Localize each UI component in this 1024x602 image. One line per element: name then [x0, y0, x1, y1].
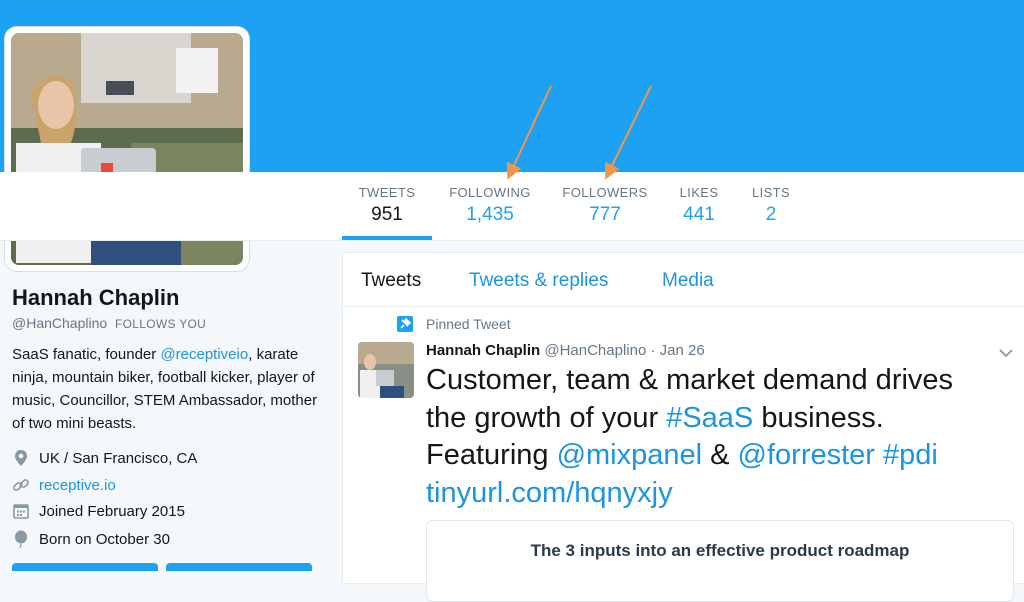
tab-tweets[interactable]: Tweets — [361, 270, 421, 292]
hashtag-saas-link[interactable]: #SaaS — [666, 402, 753, 434]
tweet-author-avatar[interactable] — [358, 342, 414, 398]
tweet-link-card[interactable]: The 3 inputs into an effective product r… — [426, 520, 1014, 602]
profile-action-button-2[interactable] — [166, 563, 312, 571]
nav-followers[interactable]: FOLLOWERS 777 — [561, 186, 649, 228]
tweet-author-handle[interactable]: @HanChaplino — [544, 342, 646, 359]
profile-joined-row: Joined February 2015 — [12, 502, 185, 520]
profile-bio: SaaS fanatic, founder @receptiveio, kara… — [12, 343, 322, 435]
profile-website-link[interactable]: receptive.io — [39, 477, 116, 494]
nav-followers-count: 777 — [589, 204, 621, 225]
timeline-tabs: Tweets Tweets & replies Media — [343, 253, 1024, 307]
profile-card: Hannah Chaplin @HanChaplino FOLLOWS YOU … — [12, 284, 322, 435]
nav-tweets[interactable]: TWEETS 951 — [358, 186, 416, 228]
nav-lists-count: 2 — [765, 204, 777, 225]
location-pin-icon — [12, 449, 30, 467]
nav-followers-label: FOLLOWERS — [562, 185, 648, 200]
balloon-icon — [12, 530, 30, 549]
tweet-text: Customer, team & market demand drives th… — [426, 362, 1016, 512]
nav-lists[interactable]: LISTS 2 — [751, 186, 791, 228]
profile-name[interactable]: Hannah Chaplin — [12, 284, 322, 312]
profile-born-row: Born on October 30 — [12, 530, 170, 549]
tweet-text-segment: business. — [753, 401, 884, 434]
link-icon — [12, 476, 30, 494]
profile-location-row: UK / San Francisco, CA — [12, 449, 197, 467]
tweet-timestamp[interactable]: Jan 26 — [660, 342, 705, 359]
nav-lists-label: LISTS — [751, 185, 791, 200]
pinned-tweet-label: Pinned Tweet — [426, 316, 511, 332]
mention-mixpanel-link[interactable]: @mixpanel — [557, 439, 703, 471]
card-title: The 3 inputs into an effective product r… — [530, 541, 910, 560]
timeline: Tweets Tweets & replies Media Pinned Twe… — [342, 252, 1024, 602]
profile-born: Born on October 30 — [39, 530, 170, 548]
profile-handle[interactable]: @HanChaplino — [12, 315, 107, 331]
profile-action-button-1[interactable] — [12, 563, 158, 571]
nav-following[interactable]: FOLLOWING 1,435 — [448, 186, 532, 228]
nav-likes-count: 441 — [683, 204, 715, 225]
tweet-line-2: the growth of your #SaaS business. — [426, 400, 1016, 438]
mention-forrester-link[interactable]: @forrester — [738, 439, 875, 471]
pin-icon — [397, 316, 413, 332]
nav-following-label: FOLLOWING — [449, 185, 531, 200]
profile-website-row: receptive.io — [12, 476, 116, 494]
tweet-line-4: tinyurl.com/hqnyxjy — [426, 475, 1016, 513]
profile-location: UK / San Francisco, CA — [39, 449, 198, 467]
nav-tweets-count: 951 — [371, 204, 403, 225]
tweet-text-segment: the growth of your — [426, 401, 667, 434]
tweet-author-name[interactable]: Hannah Chaplin — [426, 342, 540, 359]
follows-you-badge: FOLLOWS YOU — [115, 317, 207, 331]
bio-text-2: , — [248, 346, 253, 363]
tweet-line-3: Featuring @mixpanel & @forrester #pdi — [426, 437, 1016, 475]
bio-text-1: SaaS fanatic, founder — [12, 346, 161, 363]
tweet-text-segment: & — [702, 439, 738, 471]
profile-handle-row: @HanChaplino FOLLOWS YOU — [12, 314, 322, 333]
pinned-tweet-context: Pinned Tweet — [397, 316, 511, 332]
profile-joined: Joined February 2015 — [39, 502, 185, 520]
nav-likes[interactable]: LIKES 441 — [677, 186, 721, 228]
active-nav-underline — [342, 236, 432, 240]
tweet-separator: · — [646, 342, 660, 359]
tweet-line-1: Customer, team & market demand drives — [426, 364, 954, 396]
tweet-text-segment — [875, 439, 883, 471]
calendar-icon — [12, 502, 30, 520]
tweet-text-segment: Featuring — [426, 439, 557, 471]
nav-likes-label: LIKES — [679, 185, 719, 200]
tab-tweets-and-replies[interactable]: Tweets & replies — [469, 270, 608, 292]
tab-media[interactable]: Media — [662, 270, 714, 292]
bio-mention-link[interactable]: @receptiveio — [160, 346, 248, 363]
hashtag-pdi-link[interactable]: #pdi — [883, 439, 938, 471]
nav-following-count: 1,435 — [466, 204, 514, 225]
tweet-url-link[interactable]: tinyurl.com/hqnyxjy — [426, 477, 673, 509]
tweet-header: Hannah Chaplin @HanChaplino · Jan 26 — [426, 342, 705, 360]
chevron-down-icon[interactable] — [999, 345, 1013, 358]
nav-tweets-label: TWEETS — [358, 185, 416, 200]
